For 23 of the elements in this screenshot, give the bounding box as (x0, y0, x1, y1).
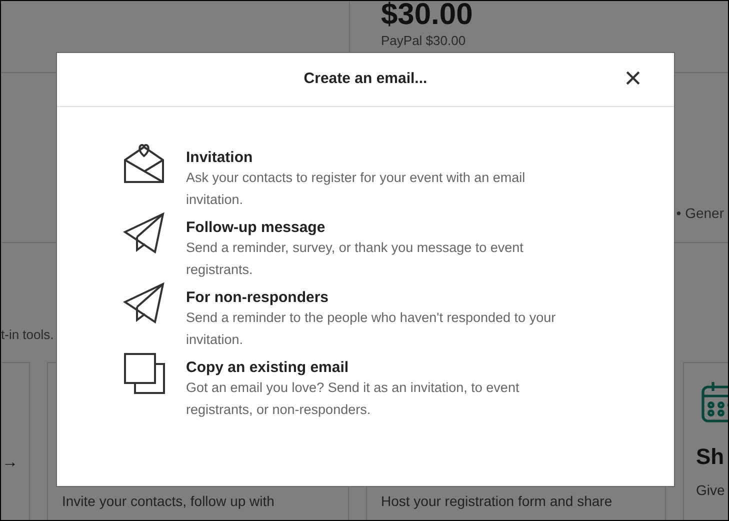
card-title: Sh (696, 442, 724, 470)
intro-text: t-in tools. (1, 326, 54, 344)
price: $30.00 (381, 1, 473, 32)
option-description: Got an email you love? Send it as an invitation, to event registrants, or non-responders. (186, 379, 520, 419)
option-description: Ask your contacts to register for your event with an email invitation. (186, 169, 526, 209)
option-title[interactable]: Follow-up message (186, 219, 571, 237)
paper-plane-icon (123, 282, 166, 325)
event-meta: • Gener (676, 204, 724, 223)
payment-summary: PayPal $30.00 (381, 33, 467, 49)
envelope-heart-icon (123, 142, 166, 185)
option-title[interactable]: For non-responders (186, 289, 571, 307)
arrow-icon[interactable]: → (2, 454, 18, 470)
option-description: Send a reminder to the people who haven't responded to your invitation. (186, 309, 557, 349)
copy-icon (123, 352, 166, 395)
paper-plane-icon (123, 212, 166, 255)
card-description: Host your registration form and share (381, 492, 614, 511)
dialog-title: Create an email... (304, 69, 428, 90)
card-description: Give (696, 480, 726, 500)
option-title[interactable]: Copy an existing email (186, 359, 571, 377)
close-button[interactable]: × (622, 68, 644, 90)
card-description: Invite your contacts, follow up with (62, 492, 276, 511)
option-title[interactable]: Invitation (186, 149, 571, 167)
option-description: Send a reminder, survey, or thank you message to event registrants. (186, 239, 524, 279)
